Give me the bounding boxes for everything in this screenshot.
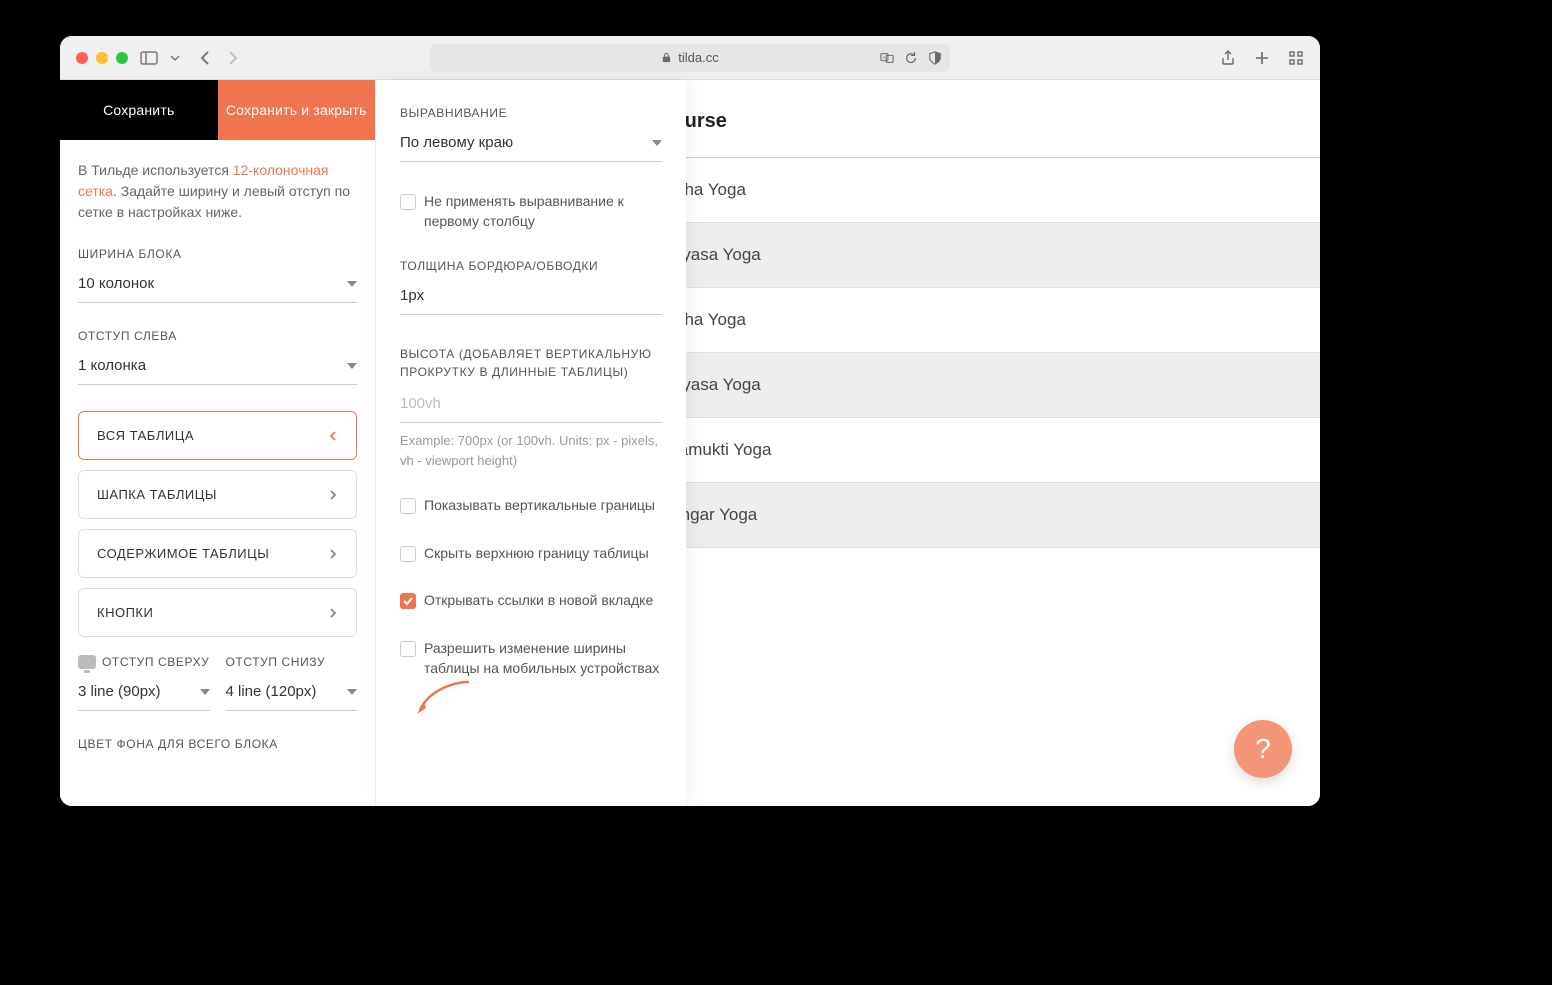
checkbox-unchecked-icon (400, 546, 416, 562)
intro-text: В Тильде используется 12-колоночная сетк… (78, 160, 357, 223)
svg-text:A: A (883, 54, 886, 59)
maximize-window[interactable] (116, 52, 128, 64)
sidebar-toggle-icon[interactable] (140, 51, 158, 65)
nav-forward-icon[interactable] (224, 50, 240, 66)
allow-resize-checkbox[interactable]: Разрешить изменение ширины таблицы на мо… (400, 639, 662, 678)
chevron-right-icon (328, 549, 338, 559)
share-icon[interactable] (1220, 50, 1236, 66)
bgcolor-label: ЦВЕТ ФОНА ДЛЯ ВСЕГО БЛОКА (78, 737, 357, 751)
chevron-down-icon (200, 687, 210, 697)
chevron-down-icon[interactable] (170, 53, 180, 63)
table-settings-panel: ВЫРАВНИВАНИЕ По левому краю Не применять… (376, 80, 686, 806)
allow-resize-label: Разрешить изменение ширины таблицы на мо… (424, 639, 662, 678)
show-vertical-label: Показывать вертикальные границы (424, 496, 655, 516)
align-value: По левому краю (400, 134, 513, 151)
block-width-value: 10 колонок (78, 275, 154, 292)
block-width-label: ШИРИНА БЛОКА (78, 247, 357, 261)
margin-top-value: 3 line (90px) (78, 683, 161, 700)
align-select[interactable]: По левому краю (400, 128, 662, 162)
tab-overview-icon[interactable] (1288, 50, 1304, 66)
lock-icon (661, 52, 672, 63)
margin-top-select[interactable]: 3 line (90px) (78, 677, 210, 711)
checkbox-unchecked-icon (400, 498, 416, 514)
chevron-right-icon (328, 490, 338, 500)
translate-icon[interactable]: A (880, 51, 894, 65)
checkbox-checked-icon (400, 593, 416, 609)
checkbox-unchecked-icon (400, 194, 416, 210)
accordion-all-table[interactable]: ВСЯ ТАБЛИЦА (78, 411, 357, 460)
checkbox-unchecked-icon (400, 641, 416, 657)
open-links-label: Открывать ссылки в новой вкладке (424, 591, 653, 611)
window-controls (76, 52, 128, 64)
save-close-button[interactable]: Сохранить и закрыть (218, 80, 376, 140)
block-width-select[interactable]: 10 колонок (78, 269, 357, 303)
shield-icon[interactable] (928, 51, 942, 65)
th-course: Course (646, 80, 1320, 158)
border-label: ТОЛЩИНА БОРДЮРА/ОБВОДКИ (400, 259, 662, 273)
accordion-header-label: ШАПКА ТАБЛИЦЫ (97, 487, 217, 502)
nav-back-icon[interactable] (198, 50, 214, 66)
url-text: tilda.cc (678, 50, 718, 65)
screen-icon (78, 655, 96, 669)
margin-bottom-label: ОТСТУП СНИЗУ (226, 655, 358, 669)
offset-left-value: 1 колонка (78, 357, 146, 374)
app-area: Сохранить Сохранить и закрыть В Тильде и… (60, 80, 1320, 806)
margin-bottom-value: 4 line (120px) (226, 683, 317, 700)
chevron-down-icon (347, 361, 357, 371)
settings-panel: Сохранить Сохранить и закрыть В Тильде и… (60, 80, 376, 806)
margin-bottom-select[interactable]: 4 line (120px) (226, 677, 358, 711)
offset-left-select[interactable]: 1 колонка (78, 351, 357, 385)
chevron-down-icon (652, 138, 662, 148)
save-button[interactable]: Сохранить (60, 80, 218, 140)
height-label: ВЫСОТА (ДОБАВЛЯЕТ ВЕРТИКАЛЬНУЮ ПРОКРУТКУ… (400, 345, 662, 381)
new-tab-icon[interactable] (1254, 50, 1270, 66)
margin-top-label: ОТСТУП СВЕРХУ (78, 655, 210, 669)
height-hint: Example: 700px (or 100vh. Units: px - pi… (400, 431, 662, 470)
chevron-down-icon (347, 279, 357, 289)
open-links-checkbox[interactable]: Открывать ссылки в новой вкладке (400, 591, 662, 611)
chevron-down-icon (347, 687, 357, 697)
help-button[interactable]: ? (1234, 720, 1292, 778)
accordion-buttons[interactable]: КНОПКИ (78, 588, 357, 637)
browser-window: tilda.cc A Сохранить Сохранить и закрыть… (60, 36, 1320, 806)
close-window[interactable] (76, 52, 88, 64)
hide-top-checkbox[interactable]: Скрыть верхнюю границу таблицы (400, 544, 662, 564)
accordion-content-label: СОДЕРЖИМОЕ ТАБЛИЦЫ (97, 546, 269, 561)
arrow-annotation-icon (414, 680, 474, 720)
minimize-window[interactable] (96, 52, 108, 64)
no-align-first-checkbox[interactable]: Не применять выравнивание к первому стол… (400, 192, 662, 231)
border-value: 1px (400, 287, 424, 304)
align-label: ВЫРАВНИВАНИЕ (400, 106, 662, 120)
reload-icon[interactable] (904, 51, 918, 65)
address-bar[interactable]: tilda.cc A (430, 44, 950, 72)
show-vertical-checkbox[interactable]: Показывать вертикальные границы (400, 496, 662, 516)
offset-left-label: ОТСТУП СЛЕВА (78, 329, 357, 343)
intro-suffix: . Задайте ширину и левый отступ по сетке… (78, 183, 350, 220)
hide-top-label: Скрыть верхнюю границу таблицы (424, 544, 649, 564)
border-select[interactable]: 1px (400, 281, 662, 315)
chevron-right-icon (328, 608, 338, 618)
chevron-left-icon (328, 431, 338, 441)
no-align-first-label: Не применять выравнивание к первому стол… (424, 192, 662, 231)
accordion-all-label: ВСЯ ТАБЛИЦА (97, 428, 194, 443)
browser-chrome: tilda.cc A (60, 36, 1320, 80)
accordion-header[interactable]: ШАПКА ТАБЛИЦЫ (78, 470, 357, 519)
accordion-buttons-label: КНОПКИ (97, 605, 153, 620)
height-input[interactable] (400, 389, 662, 423)
accordion-content[interactable]: СОДЕРЖИМОЕ ТАБЛИЦЫ (78, 529, 357, 578)
intro-prefix: В Тильде используется (78, 162, 233, 178)
